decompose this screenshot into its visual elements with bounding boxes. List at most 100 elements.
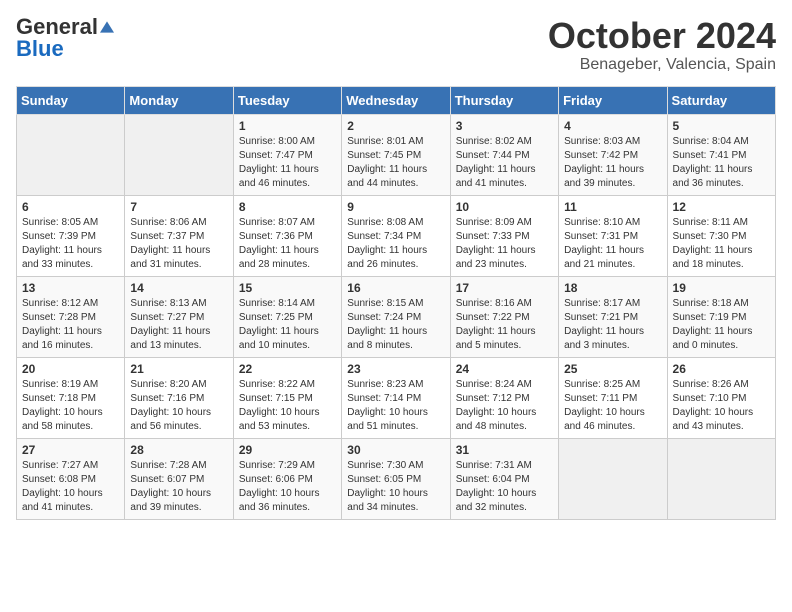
- day-number: 5: [673, 119, 770, 133]
- calendar-cell: 4 Sunrise: 8:03 AMSunset: 7:42 PMDaylight…: [559, 114, 667, 195]
- day-info: Sunrise: 8:05 AMSunset: 7:39 PMDaylight:…: [22, 216, 119, 272]
- week-row-5: 27 Sunrise: 7:27 AMSunset: 6:08 PMDayligh…: [17, 438, 776, 519]
- calendar-header: SundayMondayTuesdayWednesdayThursdayFrid…: [17, 86, 776, 114]
- calendar-body: 1 Sunrise: 8:00 AMSunset: 7:47 PMDaylight…: [17, 114, 776, 519]
- day-number: 30: [347, 443, 444, 457]
- day-info: Sunrise: 8:01 AMSunset: 7:45 PMDaylight:…: [347, 135, 444, 191]
- day-number: 18: [564, 281, 661, 295]
- day-info: Sunrise: 8:13 AMSunset: 7:27 PMDaylight:…: [130, 297, 227, 353]
- day-info: Sunrise: 8:24 AMSunset: 7:12 PMDaylight:…: [456, 378, 553, 434]
- day-number: 22: [239, 362, 336, 376]
- calendar-cell: 2 Sunrise: 8:01 AMSunset: 7:45 PMDaylight…: [342, 114, 450, 195]
- calendar-cell: 18 Sunrise: 8:17 AMSunset: 7:21 PMDayligh…: [559, 276, 667, 357]
- calendar-cell: 8 Sunrise: 8:07 AMSunset: 7:36 PMDaylight…: [233, 195, 341, 276]
- day-number: 31: [456, 443, 553, 457]
- calendar-cell: 19 Sunrise: 8:18 AMSunset: 7:19 PMDayligh…: [667, 276, 775, 357]
- day-number: 27: [22, 443, 119, 457]
- day-info: Sunrise: 8:11 AMSunset: 7:30 PMDaylight:…: [673, 216, 770, 272]
- day-info: Sunrise: 8:19 AMSunset: 7:18 PMDaylight:…: [22, 378, 119, 434]
- day-info: Sunrise: 8:14 AMSunset: 7:25 PMDaylight:…: [239, 297, 336, 353]
- day-number: 17: [456, 281, 553, 295]
- day-number: 2: [347, 119, 444, 133]
- day-number: 14: [130, 281, 227, 295]
- day-info: Sunrise: 8:25 AMSunset: 7:11 PMDaylight:…: [564, 378, 661, 434]
- day-info: Sunrise: 8:10 AMSunset: 7:31 PMDaylight:…: [564, 216, 661, 272]
- calendar-cell: 25Sunrise: 8:25 AMSunset: 7:11 PMDayligh…: [559, 357, 667, 438]
- calendar-cell: 31Sunrise: 7:31 AMSunset: 6:04 PMDayligh…: [450, 438, 558, 519]
- day-info: Sunrise: 7:28 AMSunset: 6:07 PMDaylight:…: [130, 459, 227, 515]
- day-number: 6: [22, 200, 119, 214]
- calendar-cell: 17 Sunrise: 8:16 AMSunset: 7:22 PMDayligh…: [450, 276, 558, 357]
- day-header-tuesday: Tuesday: [233, 86, 341, 114]
- title-block: October 2024 Benageber, Valencia, Spain: [548, 16, 776, 74]
- calendar-cell: 6 Sunrise: 8:05 AMSunset: 7:39 PMDaylight…: [17, 195, 125, 276]
- calendar-cell: 15 Sunrise: 8:14 AMSunset: 7:25 PMDayligh…: [233, 276, 341, 357]
- day-number: 29: [239, 443, 336, 457]
- day-number: 9: [347, 200, 444, 214]
- day-info: Sunrise: 8:22 AMSunset: 7:15 PMDaylight:…: [239, 378, 336, 434]
- day-number: 20: [22, 362, 119, 376]
- calendar-cell: 9Sunrise: 8:08 AMSunset: 7:34 PMDaylight…: [342, 195, 450, 276]
- calendar-cell: [17, 114, 125, 195]
- day-number: 23: [347, 362, 444, 376]
- week-row-3: 13 Sunrise: 8:12 AMSunset: 7:28 PMDayligh…: [17, 276, 776, 357]
- day-info: Sunrise: 8:02 AMSunset: 7:44 PMDaylight:…: [456, 135, 553, 191]
- calendar-cell: [125, 114, 233, 195]
- day-info: Sunrise: 8:15 AMSunset: 7:24 PMDaylight:…: [347, 297, 444, 353]
- calendar-cell: 16 Sunrise: 8:15 AMSunset: 7:24 PMDayligh…: [342, 276, 450, 357]
- calendar-cell: [667, 438, 775, 519]
- day-number: 16: [347, 281, 444, 295]
- day-number: 28: [130, 443, 227, 457]
- calendar-table: SundayMondayTuesdayWednesdayThursdayFrid…: [16, 86, 776, 520]
- day-info: Sunrise: 8:18 AMSunset: 7:19 PMDaylight:…: [673, 297, 770, 353]
- month-title: October 2024: [548, 16, 776, 56]
- day-header-sunday: Sunday: [17, 86, 125, 114]
- week-row-2: 6 Sunrise: 8:05 AMSunset: 7:39 PMDaylight…: [17, 195, 776, 276]
- day-number: 19: [673, 281, 770, 295]
- day-number: 21: [130, 362, 227, 376]
- calendar-cell: 7 Sunrise: 8:06 AMSunset: 7:37 PMDaylight…: [125, 195, 233, 276]
- day-header-row: SundayMondayTuesdayWednesdayThursdayFrid…: [17, 86, 776, 114]
- day-number: 26: [673, 362, 770, 376]
- day-info: Sunrise: 8:07 AMSunset: 7:36 PMDaylight:…: [239, 216, 336, 272]
- day-info: Sunrise: 8:23 AMSunset: 7:14 PMDaylight:…: [347, 378, 444, 434]
- day-number: 15: [239, 281, 336, 295]
- calendar-cell: 30 Sunrise: 7:30 AMSunset: 6:05 PMDayligh…: [342, 438, 450, 519]
- day-number: 7: [130, 200, 227, 214]
- day-info: Sunrise: 8:04 AMSunset: 7:41 PMDaylight:…: [673, 135, 770, 191]
- calendar-cell: 13 Sunrise: 8:12 AMSunset: 7:28 PMDayligh…: [17, 276, 125, 357]
- day-info: Sunrise: 8:03 AMSunset: 7:42 PMDaylight:…: [564, 135, 661, 191]
- day-number: 24: [456, 362, 553, 376]
- logo: General Blue: [16, 16, 114, 60]
- calendar-cell: 12 Sunrise: 8:11 AMSunset: 7:30 PMDayligh…: [667, 195, 775, 276]
- day-number: 12: [673, 200, 770, 214]
- week-row-1: 1 Sunrise: 8:00 AMSunset: 7:47 PMDaylight…: [17, 114, 776, 195]
- day-number: 11: [564, 200, 661, 214]
- day-number: 8: [239, 200, 336, 214]
- day-header-saturday: Saturday: [667, 86, 775, 114]
- calendar-cell: 22 Sunrise: 8:22 AMSunset: 7:15 PMDayligh…: [233, 357, 341, 438]
- day-info: Sunrise: 8:17 AMSunset: 7:21 PMDaylight:…: [564, 297, 661, 353]
- day-info: Sunrise: 7:29 AMSunset: 6:06 PMDaylight:…: [239, 459, 336, 515]
- calendar-cell: [559, 438, 667, 519]
- day-info: Sunrise: 8:00 AMSunset: 7:47 PMDaylight:…: [239, 135, 336, 191]
- calendar-cell: 27 Sunrise: 7:27 AMSunset: 6:08 PMDayligh…: [17, 438, 125, 519]
- calendar-cell: 1 Sunrise: 8:00 AMSunset: 7:47 PMDaylight…: [233, 114, 341, 195]
- day-number: 4: [564, 119, 661, 133]
- day-number: 10: [456, 200, 553, 214]
- day-info: Sunrise: 7:30 AMSunset: 6:05 PMDaylight:…: [347, 459, 444, 515]
- page-header: General Blue October 2024 Benageber, Val…: [16, 16, 776, 74]
- day-info: Sunrise: 7:27 AMSunset: 6:08 PMDaylight:…: [22, 459, 119, 515]
- day-header-friday: Friday: [559, 86, 667, 114]
- calendar-cell: 20 Sunrise: 8:19 AMSunset: 7:18 PMDayligh…: [17, 357, 125, 438]
- day-info: Sunrise: 8:09 AMSunset: 7:33 PMDaylight:…: [456, 216, 553, 272]
- day-number: 1: [239, 119, 336, 133]
- day-number: 3: [456, 119, 553, 133]
- calendar-cell: 23 Sunrise: 8:23 AMSunset: 7:14 PMDayligh…: [342, 357, 450, 438]
- day-info: Sunrise: 8:06 AMSunset: 7:37 PMDaylight:…: [130, 216, 227, 272]
- day-number: 13: [22, 281, 119, 295]
- calendar-cell: 3 Sunrise: 8:02 AMSunset: 7:44 PMDaylight…: [450, 114, 558, 195]
- day-info: Sunrise: 8:16 AMSunset: 7:22 PMDaylight:…: [456, 297, 553, 353]
- day-header-monday: Monday: [125, 86, 233, 114]
- day-info: Sunrise: 8:12 AMSunset: 7:28 PMDaylight:…: [22, 297, 119, 353]
